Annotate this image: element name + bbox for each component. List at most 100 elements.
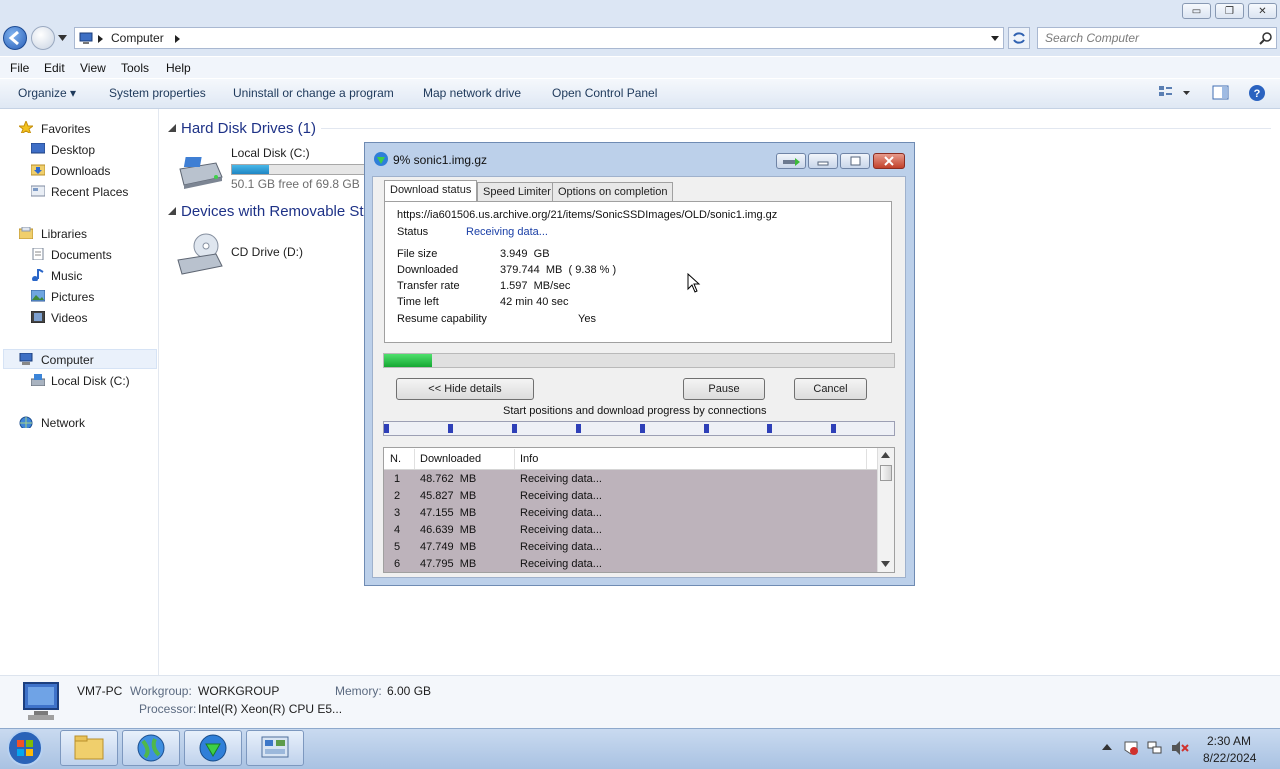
taskbar-control-panel-button[interactable] bbox=[246, 730, 304, 766]
recent-pages-chevron-icon[interactable] bbox=[58, 35, 67, 41]
back-button[interactable] bbox=[3, 26, 27, 50]
clock-time[interactable]: 2:30 AM bbox=[1207, 734, 1251, 748]
explorer-titlebar bbox=[0, 0, 1280, 22]
maximize-icon bbox=[850, 156, 861, 166]
dialog-to-tray-button[interactable] bbox=[776, 153, 806, 169]
show-hidden-icons-icon[interactable] bbox=[1102, 744, 1112, 750]
search-icon[interactable] bbox=[1259, 31, 1273, 45]
column-header-downloaded[interactable]: Downloaded bbox=[420, 453, 481, 465]
preview-pane-icon[interactable] bbox=[1212, 85, 1230, 101]
address-dropdown-icon[interactable] bbox=[991, 36, 999, 41]
nav-libraries[interactable]: Libraries bbox=[41, 227, 87, 241]
taskbar-explorer-button[interactable] bbox=[60, 730, 118, 766]
connection-marker bbox=[576, 424, 581, 433]
search-input[interactable]: Search Computer bbox=[1037, 27, 1277, 49]
menu-tools[interactable]: Tools bbox=[121, 61, 149, 75]
table-row[interactable]: 3 47.155 MB Receiving data... bbox=[384, 505, 877, 522]
table-row[interactable]: 1 48.762 MB Receiving data... bbox=[384, 471, 877, 488]
back-arrow-icon bbox=[8, 30, 19, 46]
desktop-icon bbox=[31, 143, 45, 154]
pause-button[interactable]: Pause bbox=[683, 378, 765, 400]
scroll-thumb[interactable] bbox=[880, 465, 892, 481]
cd-drive-name[interactable]: CD Drive (D:) bbox=[231, 245, 303, 259]
uninstall-program-button[interactable]: Uninstall or change a program bbox=[233, 86, 394, 100]
nav-network[interactable]: Network bbox=[41, 416, 85, 430]
scroll-down-icon[interactable] bbox=[881, 561, 890, 567]
start-button-icon[interactable] bbox=[5, 729, 45, 767]
nav-videos[interactable]: Videos bbox=[51, 311, 87, 325]
view-options-icon[interactable] bbox=[1158, 85, 1192, 101]
computer-icon bbox=[79, 32, 93, 44]
computer-large-icon bbox=[23, 682, 59, 720]
table-row[interactable]: 2 45.827 MB Receiving data... bbox=[384, 488, 877, 505]
cancel-button[interactable]: Cancel bbox=[794, 378, 867, 400]
nav-local-disk[interactable]: Local Disk (C:) bbox=[51, 374, 130, 388]
nav-computer[interactable]: Computer bbox=[41, 353, 94, 367]
table-row[interactable]: 6 47.795 MB Receiving data... bbox=[384, 556, 877, 573]
pictures-icon bbox=[31, 290, 45, 302]
taskbar-idm-button[interactable] bbox=[184, 730, 242, 766]
control-panel-icon bbox=[261, 736, 289, 758]
close-button[interactable]: ✕ bbox=[1248, 3, 1277, 19]
memory-value: 6.00 GB bbox=[387, 684, 432, 698]
breadcrumb-chevron-icon[interactable] bbox=[175, 35, 180, 43]
connections-scrollbar[interactable] bbox=[877, 448, 894, 572]
connections-progress-bar bbox=[383, 421, 895, 436]
row-number: 3 bbox=[394, 507, 401, 519]
hard-drive-icon[interactable] bbox=[176, 155, 224, 189]
column-header-info[interactable]: Info bbox=[520, 453, 538, 465]
table-row[interactable]: 5 47.749 MB Receiving data... bbox=[384, 539, 877, 556]
nav-downloads[interactable]: Downloads bbox=[51, 164, 110, 178]
cd-drive-icon[interactable] bbox=[176, 232, 224, 276]
refresh-button[interactable] bbox=[1008, 27, 1030, 49]
nav-favorites[interactable]: Favorites bbox=[41, 122, 90, 136]
star-icon bbox=[19, 121, 33, 133]
tab-download-status[interactable]: Download status bbox=[384, 180, 478, 202]
hard-disk-drives-group[interactable]: Hard Disk Drives (1) bbox=[181, 120, 316, 137]
column-header-number[interactable]: N. bbox=[390, 453, 401, 465]
nav-documents[interactable]: Documents bbox=[51, 248, 112, 262]
dialog-minimize-button[interactable] bbox=[808, 153, 838, 169]
tab-speed-limiter[interactable]: Speed Limiter bbox=[477, 182, 557, 202]
taskbar-browser-button[interactable] bbox=[122, 730, 180, 766]
download-manager-icon bbox=[199, 734, 227, 762]
download-url: https://ia601506.us.archive.org/21/items… bbox=[397, 209, 778, 221]
breadcrumb-computer[interactable]: Computer bbox=[111, 31, 164, 45]
column-divider[interactable] bbox=[514, 449, 515, 469]
menu-file[interactable]: File bbox=[10, 61, 29, 75]
collapse-triangle-icon[interactable] bbox=[168, 207, 176, 215]
nav-pictures[interactable]: Pictures bbox=[51, 290, 94, 304]
table-row[interactable]: 4 46.639 MB Receiving data... bbox=[384, 522, 877, 539]
menu-edit[interactable]: Edit bbox=[44, 61, 65, 75]
system-properties-button[interactable]: System properties bbox=[109, 86, 206, 100]
open-control-panel-button[interactable]: Open Control Panel bbox=[552, 86, 657, 100]
column-divider[interactable] bbox=[866, 449, 867, 469]
organize-button[interactable]: Organize ▾ bbox=[18, 86, 76, 100]
clock-date[interactable]: 8/22/2024 bbox=[1203, 751, 1256, 765]
hide-details-button[interactable]: << Hide details bbox=[396, 378, 534, 400]
menu-view[interactable]: View bbox=[80, 61, 106, 75]
column-divider[interactable] bbox=[414, 449, 415, 469]
action-center-icon[interactable] bbox=[1123, 740, 1139, 756]
minimize-button[interactable]: ▭ bbox=[1182, 3, 1211, 19]
dialog-maximize-button[interactable] bbox=[840, 153, 870, 169]
nav-desktop[interactable]: Desktop bbox=[51, 143, 95, 157]
nav-recent-places[interactable]: Recent Places bbox=[51, 185, 128, 199]
nav-music[interactable]: Music bbox=[51, 269, 82, 283]
local-disk-name[interactable]: Local Disk (C:) bbox=[231, 146, 310, 160]
address-bar[interactable]: Computer bbox=[74, 27, 1004, 49]
tab-options-on-completion[interactable]: Options on completion bbox=[552, 182, 674, 202]
connection-marker bbox=[767, 424, 772, 433]
dialog-close-button[interactable] bbox=[873, 153, 905, 169]
removable-storage-group[interactable]: Devices with Removable Sto bbox=[181, 203, 372, 220]
network-tray-icon[interactable] bbox=[1147, 740, 1163, 756]
menu-help[interactable]: Help bbox=[166, 61, 191, 75]
volume-muted-icon[interactable] bbox=[1171, 740, 1189, 756]
forward-button[interactable] bbox=[31, 26, 55, 50]
restore-button[interactable]: ❐ bbox=[1215, 3, 1244, 19]
collapse-triangle-icon[interactable] bbox=[168, 124, 176, 132]
dialog-title: 9% sonic1.img.gz bbox=[393, 153, 488, 167]
scroll-up-icon[interactable] bbox=[881, 452, 890, 458]
help-icon[interactable]: ? bbox=[1248, 84, 1266, 102]
map-network-drive-button[interactable]: Map network drive bbox=[423, 86, 521, 100]
